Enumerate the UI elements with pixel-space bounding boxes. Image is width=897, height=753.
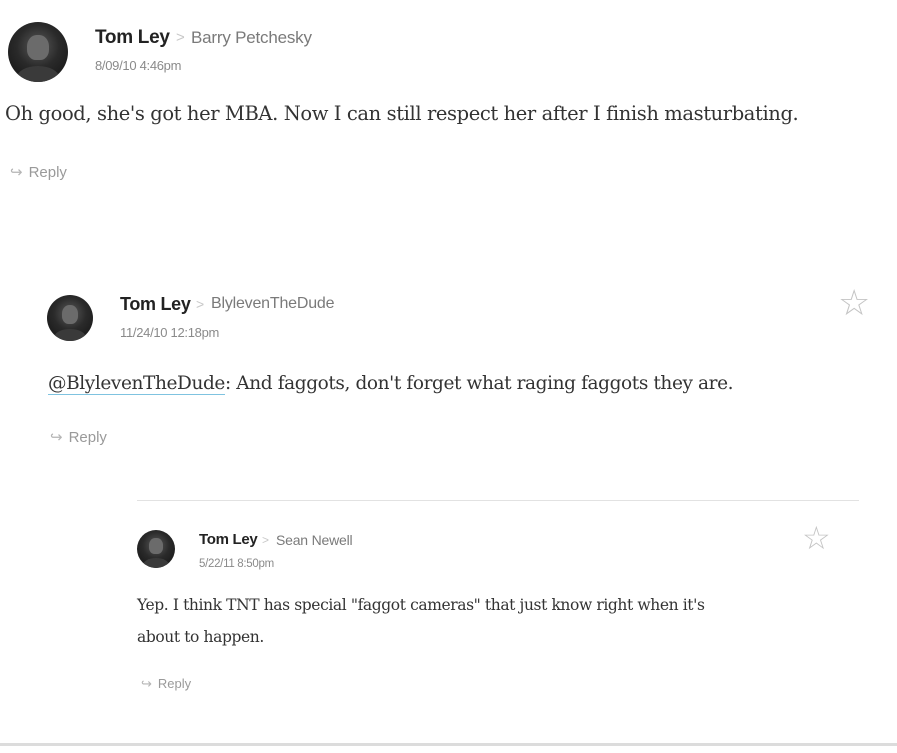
reply-button[interactable]: ↪ Reply	[141, 676, 191, 692]
reply-arrow-icon: ↪	[141, 676, 152, 691]
comment-text-line-1: Yep. I think TNT has special "faggot cam…	[137, 596, 705, 614]
reply-separator-icon: >	[262, 533, 270, 547]
avatar-shoulders	[142, 558, 170, 568]
avatar-face	[149, 538, 163, 555]
author-name[interactable]: Tom Ley	[199, 531, 258, 548]
comment-3: Tom Ley > Sean Newell 5/22/11 8:50pm ☆ Y…	[0, 0, 897, 740]
reply-to-name[interactable]: Sean Newell	[276, 532, 353, 548]
avatar[interactable]	[137, 530, 175, 568]
comment-timestamp[interactable]: 5/22/11 8:50pm	[199, 558, 274, 570]
comment-text-line-2: about to happen.	[137, 628, 264, 646]
bottom-divider	[0, 743, 897, 746]
star-icon[interactable]: ☆	[802, 522, 831, 554]
reply-label: Reply	[157, 676, 192, 691]
